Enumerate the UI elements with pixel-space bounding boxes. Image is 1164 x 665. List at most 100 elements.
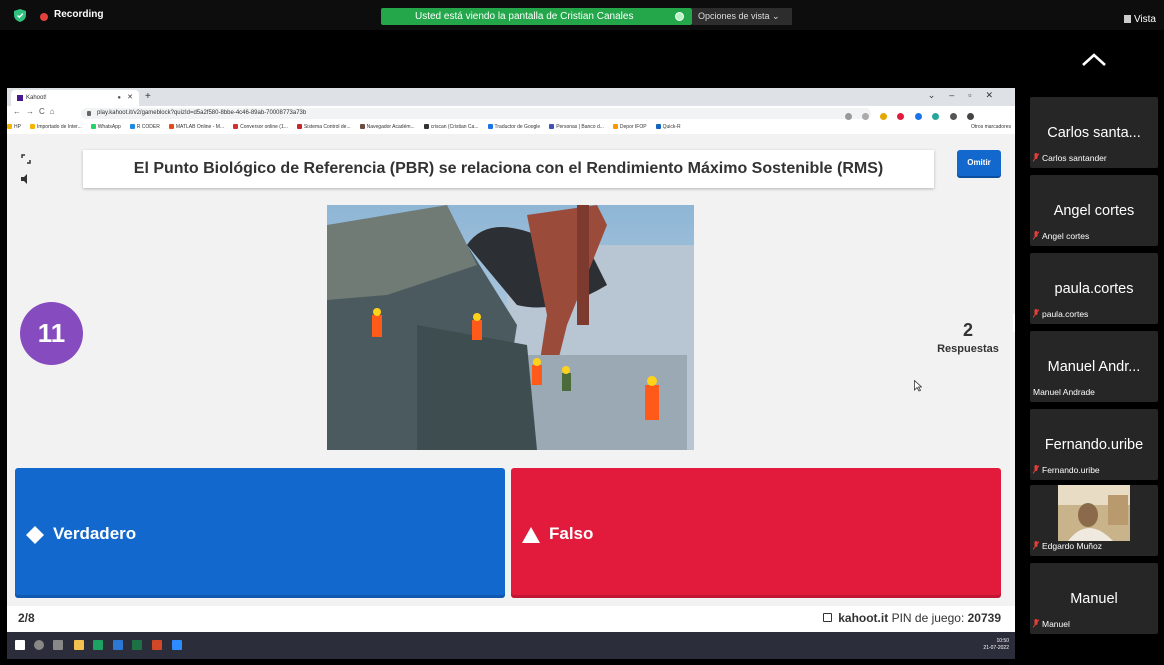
participant-tile[interactable]: paula.cortes paula.cortes <box>1030 253 1158 324</box>
bookmark-icon <box>90 124 96 129</box>
new-tab-plus-icon[interactable]: + <box>145 91 151 102</box>
participant-tile[interactable]: Angel cortes Angel cortes <box>1030 175 1158 246</box>
window-controls[interactable]: ⌄–▫✕ <box>928 90 1007 101</box>
bookmark-label: WhatsApp <box>97 124 121 130</box>
excel-icon[interactable] <box>132 640 142 650</box>
participant-tile[interactable]: Manuel Andr... Manuel Andrade <box>1030 331 1158 402</box>
viewing-screen-banner: Usted está viendo la pantalla de Cristia… <box>381 8 692 25</box>
navigation-buttons[interactable]: ←→C⌂ <box>13 107 60 116</box>
bookmark-label: R CODER <box>136 124 160 130</box>
browser-tab-kahoot[interactable]: Kahoot! ● ✕ <box>11 90 139 106</box>
triangle-icon <box>522 527 540 543</box>
zoom-icon[interactable] <box>172 640 182 650</box>
bookmark-label: Traductor de Google <box>494 124 541 130</box>
participant-tile[interactable]: Carlos santa... Carlos santander <box>1030 97 1158 168</box>
bookmark-icon <box>168 124 174 129</box>
participant-tile[interactable]: Fernando.uribe Fernando.uribe <box>1030 409 1158 480</box>
search-icon[interactable] <box>34 640 44 650</box>
countdown-timer: 11 <box>20 302 83 365</box>
participant-name-tag: Manuel <box>1033 619 1070 629</box>
sound-icon[interactable] <box>20 174 32 184</box>
bookmark-icon <box>655 124 661 129</box>
participant-video-icon <box>1058 485 1130 541</box>
tab-close-icon[interactable]: ✕ <box>127 90 133 106</box>
skip-button[interactable]: Omitir <box>957 150 1001 176</box>
extension-icons[interactable] <box>845 108 980 121</box>
participant-tag-label: Edgardo Muñoz <box>1042 541 1103 551</box>
panel-resize-handle[interactable] <box>1013 314 1015 332</box>
participant-tile[interactable]: Manuel Manuel <box>1030 563 1158 634</box>
question-text: El Punto Biológico de Referencia (PBR) s… <box>133 160 884 177</box>
recording-label: Recording <box>54 9 104 20</box>
participant-display-name: Carlos santa... <box>1047 125 1141 141</box>
bookmark-icon <box>359 124 365 129</box>
viewing-screen-text: Usted está viendo la pantalla de Cristia… <box>415 11 634 22</box>
bookmark-item[interactable]: criscan (Cristian Ca... <box>423 121 479 134</box>
vista-button[interactable]: Vista <box>1123 14 1156 25</box>
bookmark-label: Sistema Control de... <box>303 124 351 130</box>
address-bar[interactable]: play.kahoot.it/v2/gameblock?quizId=d5a2f… <box>81 108 871 119</box>
participant-display-name: paula.cortes <box>1054 281 1134 297</box>
bookmark-item[interactable]: Depor IFOP <box>612 121 647 134</box>
bookmark-icon <box>296 124 302 129</box>
security-shield-icon[interactable] <box>14 9 26 22</box>
participant-name-tag: Manuel Andrade <box>1033 387 1095 397</box>
bookmark-item[interactable]: Conversor online (1... <box>233 121 288 134</box>
powerpoint-icon[interactable] <box>152 640 162 650</box>
participant-name-tag: Edgardo Muñoz <box>1033 541 1102 551</box>
bookmarks-bar: HP Importado de Inter... WhatsApp R CODER MA… <box>7 121 1015 135</box>
participant-tile[interactable]: Edgardo Muñoz <box>1030 485 1158 556</box>
bookmark-label: Depor IFOP <box>619 124 647 130</box>
bookmark-item[interactable]: Sistema Control de... <box>296 121 351 134</box>
answer-false-button[interactable]: Falso <box>511 468 1001 598</box>
bookmark-icon <box>29 124 35 129</box>
participant-tag-label: Fernando.uribe <box>1042 465 1100 475</box>
windows-taskbar: 10:50 21-07-2022 <box>7 632 1015 659</box>
tab-recording-icon: ● <box>117 95 121 101</box>
participant-tag-label: Angel cortes <box>1042 231 1090 241</box>
bookmark-item[interactable]: Quick-R <box>655 121 681 134</box>
question-progress: 2/8 <box>18 611 35 625</box>
fullscreen-icon[interactable] <box>21 154 31 164</box>
bookmark-item[interactable]: Importado de Inter... <box>29 121 82 134</box>
bookmark-item[interactable]: R CODER <box>129 121 160 134</box>
bookmark-label: HP <box>14 124 21 130</box>
file-explorer-icon[interactable] <box>74 640 84 650</box>
url-text: play.kahoot.it/v2/gameblock?quizId=d5a2f… <box>97 110 307 116</box>
participant-display-name: Angel cortes <box>1053 203 1135 219</box>
windows-start-icon[interactable] <box>15 640 25 650</box>
bookmark-icon <box>549 124 555 129</box>
bookmark-label: criscan (Cristian Ca... <box>430 124 479 130</box>
game-pin-area: kahoot.it PIN de juego: 20739 <box>823 611 1001 625</box>
clock-date: 21-07-2022 <box>983 645 1009 651</box>
participant-tag-label: Manuel Andrade <box>1033 387 1095 397</box>
pin-label: PIN de juego: <box>891 611 965 625</box>
kahoot-game-area: El Punto Biológico de Referencia (PBR) s… <box>7 134 1015 659</box>
mic-muted-icon <box>1033 153 1039 162</box>
shared-screen: Kahoot! ● ✕ + ⌄–▫✕ ←→C⌂ play.kahoot.it/v… <box>7 88 1015 659</box>
mic-muted-icon <box>1033 231 1039 240</box>
collapse-chevron-up-icon[interactable] <box>1080 50 1108 70</box>
bookmark-item[interactable]: Personas | Banco d... <box>549 121 604 134</box>
puzzle-icon[interactable] <box>949 113 957 121</box>
word-icon[interactable] <box>113 640 123 650</box>
gallery-view-icon <box>1123 15 1131 23</box>
other-bookmarks-folder[interactable]: Otros marcadores <box>971 121 1011 134</box>
bookmark-item[interactable]: MATLAB Online - M... <box>168 121 224 134</box>
lock-icon <box>823 613 833 622</box>
view-options-button[interactable]: Opciones de vista ⌄ <box>692 8 792 25</box>
bookmark-icon <box>129 124 135 129</box>
chrome-icon[interactable] <box>93 640 103 650</box>
bookmark-item[interactable]: Navegador Académ... <box>359 121 415 134</box>
bookmark-item[interactable]: Traductor de Google <box>487 121 541 134</box>
task-view-icon[interactable] <box>53 640 63 650</box>
participant-display-name: Fernando.uribe <box>1044 437 1144 453</box>
game-pin: 20739 <box>967 611 1001 625</box>
diamond-icon <box>26 526 44 544</box>
answer-true-button[interactable]: Verdadero <box>15 468 505 598</box>
bookmark-label: Navegador Académ... <box>366 124 415 130</box>
site-name: kahoot.it <box>838 611 889 625</box>
bookmark-item[interactable]: HP <box>7 121 21 134</box>
bookmark-item[interactable]: WhatsApp <box>90 121 121 134</box>
vista-label: Vista <box>1133 14 1156 25</box>
